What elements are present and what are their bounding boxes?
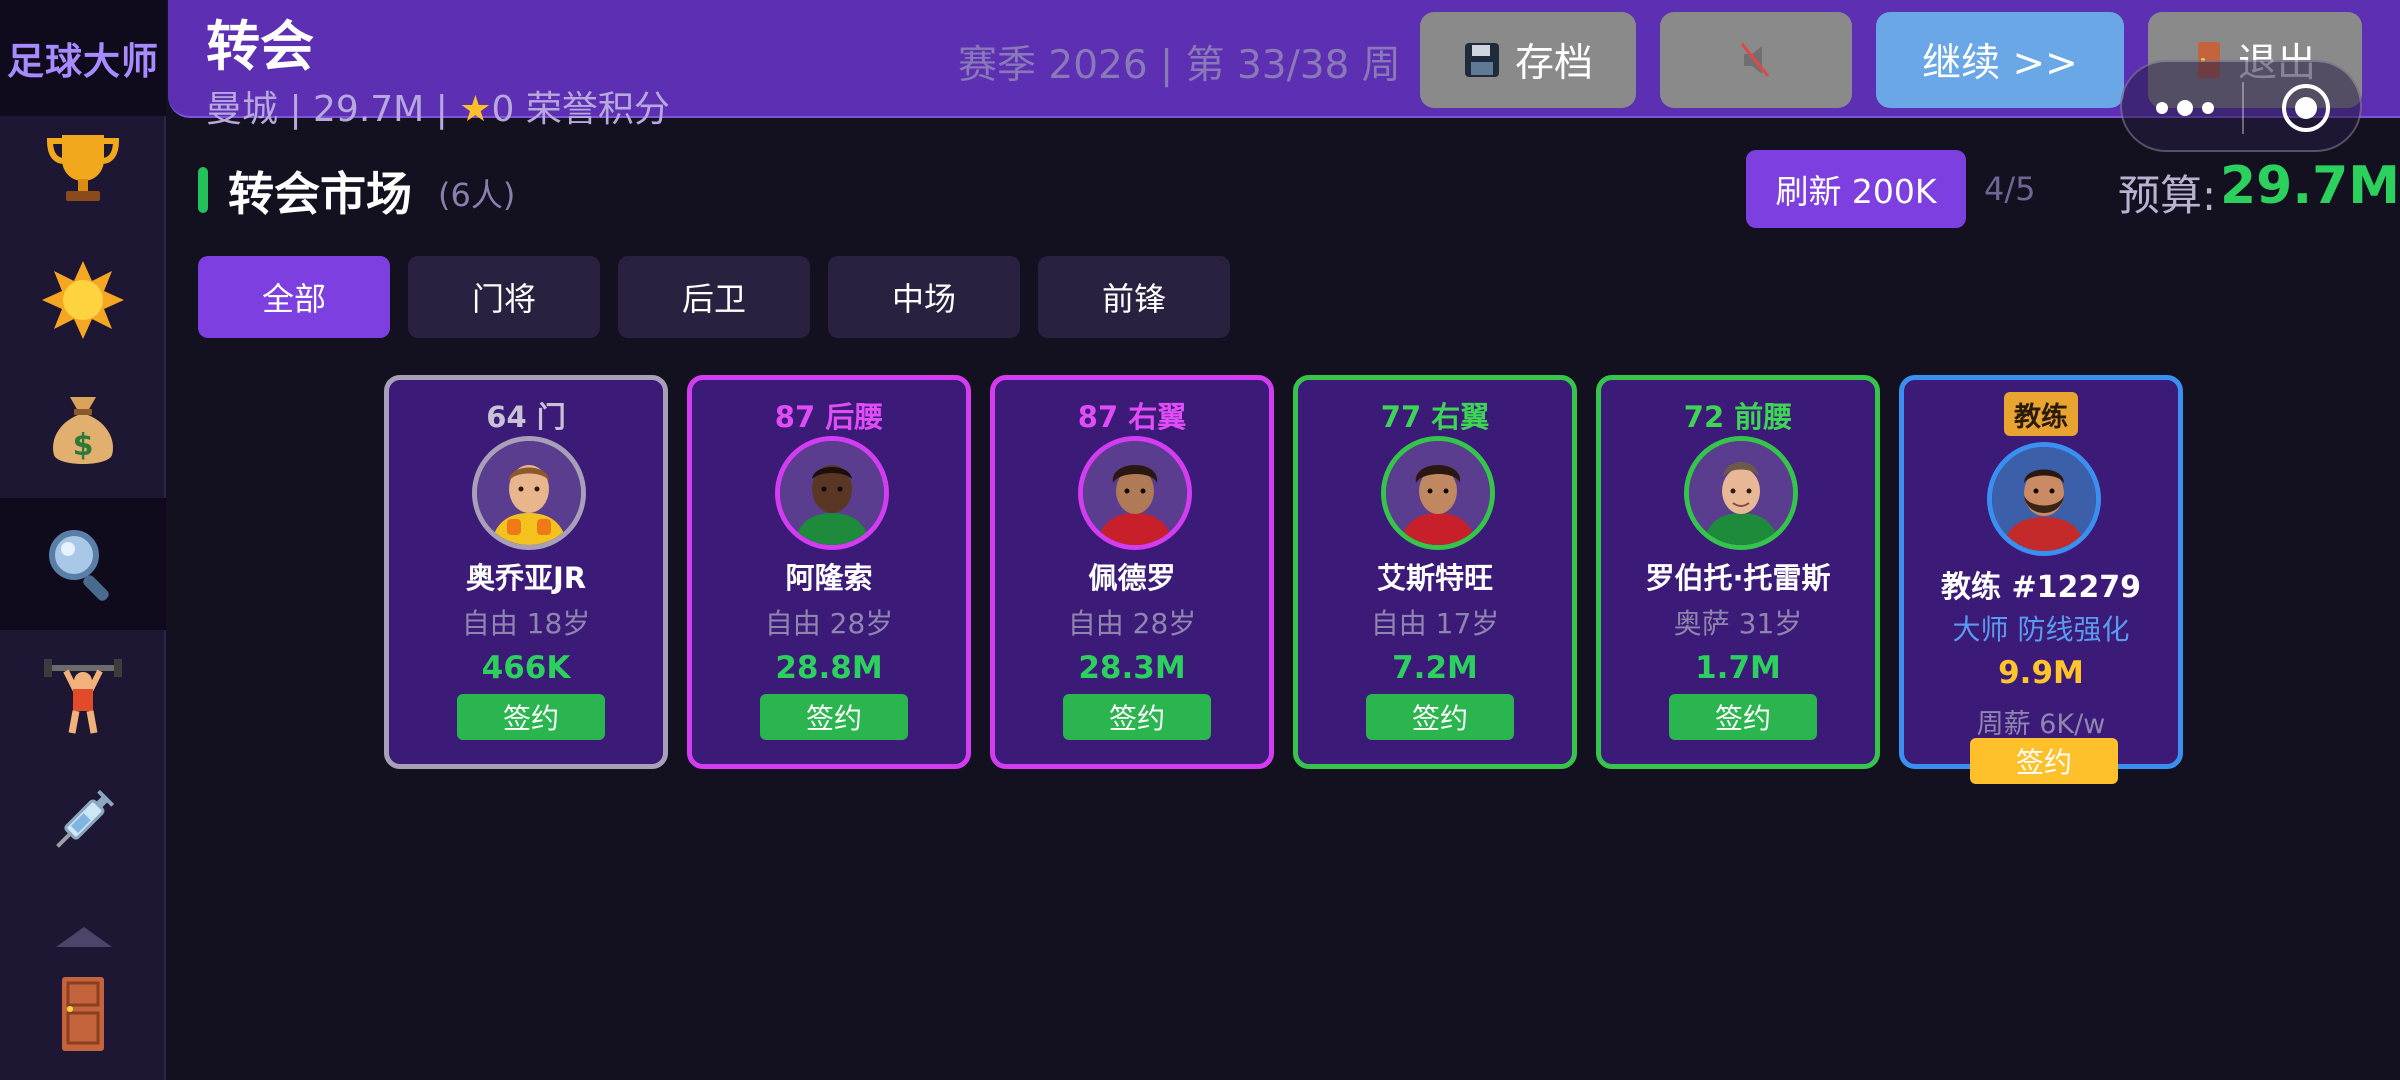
player-avatar [1078, 436, 1192, 550]
coach-specialty: 大师 防线强化 [1952, 613, 2130, 646]
sign-button[interactable]: 签约 [760, 694, 908, 740]
money-bag-icon: $ [53, 397, 113, 464]
continue-button[interactable]: 继续 >> [1876, 12, 2124, 108]
refresh-count: 4/5 [1984, 170, 2036, 208]
player-card[interactable]: 64 门 奥乔亚JR 自由 18岁 466K 签约 [384, 375, 668, 769]
door-icon [62, 977, 104, 1051]
coach-badge: 教练 [2004, 392, 2078, 436]
tab-forward[interactable]: 前锋 [1038, 256, 1230, 338]
sidebar-item-medical[interactable] [0, 762, 166, 894]
club-summary-text: 曼城 | 29.7M | [206, 89, 460, 130]
close-target-icon[interactable] [2280, 82, 2332, 134]
tab-all[interactable]: 全部 [198, 256, 390, 338]
budget-label: 预算: [2118, 171, 2217, 220]
mini-program-capsule [2120, 60, 2362, 152]
player-avatar [775, 436, 889, 550]
club-summary: 曼城 | 29.7M | ★0 荣誉积分 [206, 80, 670, 132]
save-label: 存档 [1514, 41, 1593, 86]
tab-midfielder[interactable]: 中场 [828, 256, 1020, 338]
triangle-up-icon[interactable] [54, 925, 114, 949]
page-title: 转会 [206, 15, 314, 78]
section-title: 转会市场 [228, 167, 412, 221]
player-club-age: 自由 28岁 [1067, 607, 1197, 640]
sign-button[interactable]: 签约 [457, 694, 605, 740]
player-avatar [472, 436, 586, 550]
player-value: 466K [481, 650, 571, 686]
sign-button[interactable]: 签约 [1669, 694, 1817, 740]
player-card[interactable]: 72 前腰 罗伯托·托雷斯 奥萨 31岁 1.7M 签约 [1596, 375, 1880, 769]
sidebar-item-trophy[interactable] [0, 102, 166, 234]
player-name: 阿隆索 [785, 561, 873, 595]
refresh-button[interactable]: 刷新 200K [1746, 150, 1966, 228]
player-rating-position: 72 前腰 [1683, 400, 1793, 434]
season-info: 赛季 2026 | 第 33/38 周 [958, 43, 1401, 88]
player-count: (6人) [438, 176, 516, 214]
weightlifter-icon [44, 659, 122, 734]
save-button[interactable]: 存档 [1420, 12, 1636, 108]
sidebar-item-star[interactable] [0, 234, 166, 366]
coach-wage: 周薪 6K/w [1976, 709, 2106, 740]
svg-text:$: $ [73, 428, 94, 463]
player-name: 奥乔亚JR [465, 561, 587, 595]
syringe-icon [56, 789, 115, 848]
player-rating-position: 64 门 [486, 400, 566, 434]
sidebar-item-exit[interactable] [0, 948, 166, 1080]
player-avatar [1381, 436, 1495, 550]
player-club-age: 自由 17岁 [1370, 607, 1500, 640]
app-logo: 足球大师 [0, 0, 166, 116]
tab-defender[interactable]: 后卫 [618, 256, 810, 338]
star-icon [42, 261, 124, 339]
player-avatar [1684, 436, 1798, 550]
player-value: 28.3M [1078, 650, 1186, 686]
position-filter-tabs: 全部 门将 后卫 中场 前锋 [198, 256, 1230, 338]
player-name: 艾斯特旺 [1376, 561, 1493, 595]
player-club-age: 自由 18岁 [461, 607, 591, 640]
coach-card[interactable]: 教练 教练 #12279 大师 防线强化 9.9M 周薪 6K/w 签约 [1899, 375, 2183, 784]
player-name: 罗伯托·托雷斯 [1645, 561, 1831, 595]
section-accent-bar [198, 167, 208, 213]
player-club-age: 奥萨 31岁 [1673, 607, 1803, 640]
player-card[interactable]: 87 右翼 佩德罗 自由 28岁 28.3M 签约 [990, 375, 1274, 769]
sign-button[interactable]: 签约 [1366, 694, 1514, 740]
budget-value: 29.7M [2220, 156, 2400, 216]
coach-name: 教练 #12279 [1941, 570, 2141, 605]
more-dots-icon[interactable] [2150, 90, 2220, 126]
honor-star-icon: ★ [459, 89, 492, 130]
sidebar-item-scouting[interactable] [0, 498, 166, 630]
trophy-icon [46, 135, 120, 201]
sidebar-item-training[interactable] [0, 630, 166, 762]
sidebar-item-finance[interactable]: $ [0, 366, 166, 498]
sign-button[interactable]: 签约 [1063, 694, 1211, 740]
tab-goalkeeper[interactable]: 门将 [408, 256, 600, 338]
sidebar: 足球大师 $ [0, 0, 166, 1080]
muted-speaker-icon [1740, 43, 1770, 77]
player-value: 7.2M [1392, 650, 1478, 686]
honor-points: 0 荣誉积分 [491, 89, 670, 130]
player-value: 28.8M [775, 650, 883, 686]
player-card[interactable]: 87 后腰 阿隆索 自由 28岁 28.8M 签约 [687, 375, 971, 769]
player-club-age: 自由 28岁 [764, 607, 894, 640]
player-rating-position: 87 右翼 [1077, 400, 1187, 434]
magnifier-icon [49, 530, 109, 601]
player-value: 1.7M [1695, 650, 1781, 686]
player-card[interactable]: 77 右翼 艾斯特旺 自由 17岁 7.2M 签约 [1293, 375, 1577, 769]
transfer-list: 64 门 奥乔亚JR 自由 18岁 466K 签约 87 后腰 阿隆索 自由 2… [384, 375, 2183, 784]
player-name: 佩德罗 [1088, 561, 1176, 595]
mute-button[interactable] [1660, 12, 1852, 108]
coach-avatar [1987, 442, 2101, 556]
coach-value: 9.9M [1998, 655, 2084, 691]
floppy-disk-icon [1463, 41, 1501, 79]
player-rating-position: 77 右翼 [1380, 400, 1490, 434]
coach-sign-button[interactable]: 签约 [1970, 738, 2118, 784]
capsule-divider [2242, 82, 2244, 134]
player-rating-position: 87 后腰 [774, 400, 884, 434]
